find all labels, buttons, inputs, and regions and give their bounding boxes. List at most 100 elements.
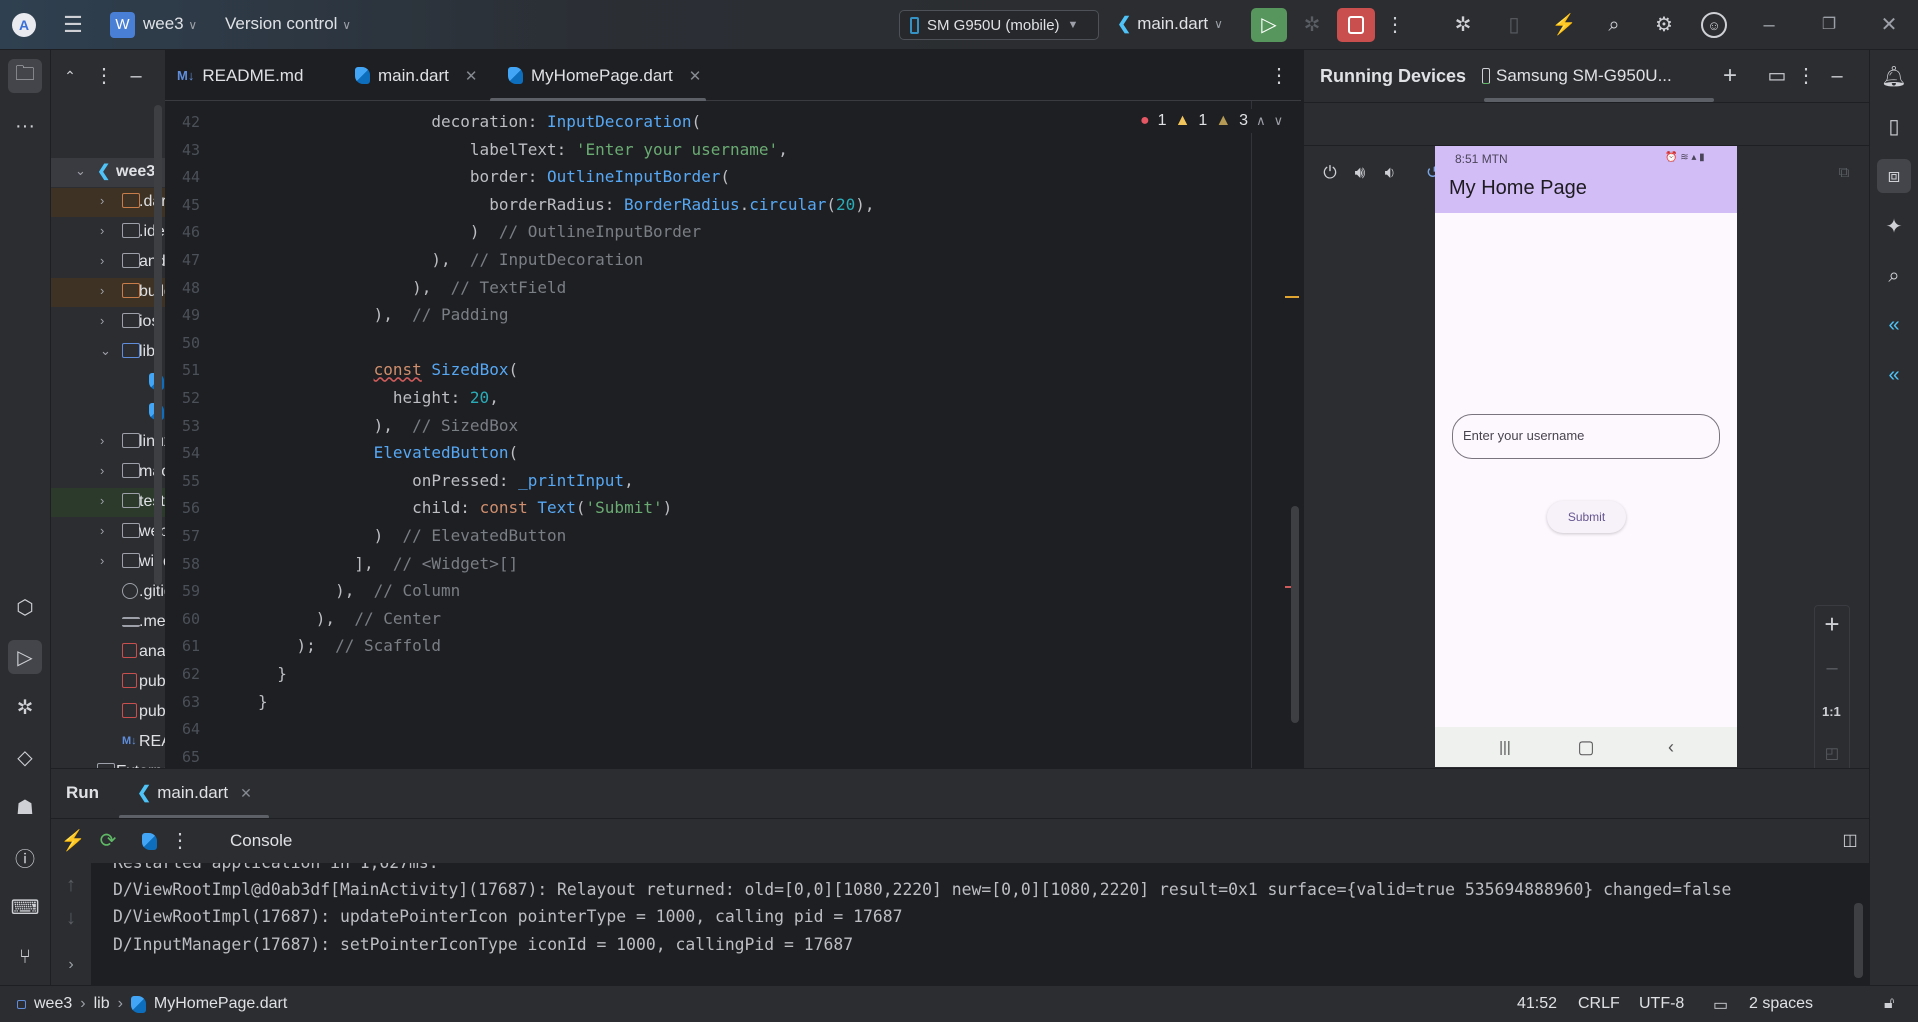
project-tool-icon[interactable]: 🗀 — [8, 59, 42, 93]
code-line[interactable]: child: const Text('Submit') — [258, 498, 672, 517]
code-line[interactable]: } — [258, 692, 268, 711]
console-output[interactable]: ↑ ↓ › Restarted application in 1,627ms. … — [51, 863, 1869, 986]
code-line[interactable]: ), // SizedBox — [258, 416, 519, 435]
code-line[interactable]: decoration: InputDecoration( — [258, 112, 701, 131]
device-tab[interactable]: Samsung SM-G950U... — [1482, 66, 1672, 86]
previous-problem-icon[interactable]: ∧ — [1256, 113, 1266, 129]
debug-tool-icon[interactable]: ✲ — [8, 690, 42, 724]
tree-item[interactable]: ›web — [51, 518, 165, 547]
back-icon[interactable]: ‹ — [1659, 735, 1683, 759]
notifications-icon[interactable]: 🔔︎ — [1877, 59, 1911, 93]
chevron-down-icon[interactable]: ⌄ — [100, 343, 111, 359]
breadcrumb-item[interactable]: lib — [94, 995, 110, 1013]
tree-item[interactable] — [51, 368, 165, 397]
minimize-panel-icon[interactable]: – — [1826, 64, 1848, 88]
hot-restart-icon[interactable]: ⟳ — [98, 829, 118, 853]
chevron-right-icon[interactable]: › — [100, 223, 104, 238]
account-icon[interactable]: ☺ — [1701, 12, 1727, 38]
terminal-icon[interactable]: ⌨ — [8, 890, 42, 924]
zoom-out-icon[interactable]: – — [1820, 656, 1844, 680]
tree-item[interactable]: ›linux — [51, 428, 165, 457]
debug-button[interactable]: ✲ — [1300, 13, 1324, 37]
run-tab-main-dart[interactable]: ❮ main.dart ✕ — [137, 783, 252, 803]
tree-item[interactable]: .gitignore — [51, 578, 165, 607]
more-tools-icon[interactable]: ··· — [8, 109, 42, 143]
running-devices-icon[interactable]: ⧈ — [1877, 159, 1911, 193]
code-line[interactable]: borderRadius: BorderRadius.circular(20), — [258, 195, 874, 214]
readonly-toggle-icon[interactable]: ▭ — [1713, 995, 1728, 1015]
line-ending[interactable]: CRLF — [1578, 995, 1620, 1013]
run-config-selector[interactable]: ❮ main.dart ∨ — [1117, 14, 1223, 34]
flutter-inspector-icon[interactable]: ⬡ — [8, 590, 42, 624]
code-line[interactable]: ) // ElevatedButton — [258, 526, 567, 545]
stop-button[interactable] — [1337, 8, 1375, 42]
more-actions-icon[interactable]: ⋮ — [1385, 13, 1405, 37]
submit-button[interactable]: Submit — [1547, 501, 1626, 533]
file-encoding[interactable]: UTF-8 — [1639, 995, 1684, 1013]
scroll-down-icon[interactable]: ↓ — [61, 908, 81, 928]
volume-up-icon[interactable]: 🔊︎ — [1350, 162, 1370, 182]
chevron-right-icon[interactable]: › — [100, 493, 104, 508]
close-tab-icon[interactable]: ✕ — [240, 785, 252, 802]
git-icon[interactable]: ⑂ — [8, 940, 42, 974]
more-options-icon[interactable]: ⋮ — [170, 829, 190, 853]
tree-item[interactable]: › test — [51, 488, 165, 517]
tree-item[interactable] — [51, 398, 165, 427]
code-line[interactable]: const SizedBox( — [258, 360, 519, 379]
code-line[interactable]: ); // Scaffold — [258, 636, 442, 655]
chevron-right-icon[interactable]: › — [100, 433, 104, 448]
run-tool-icon[interactable]: ▷ — [8, 640, 42, 674]
code-line[interactable]: ElevatedButton( — [258, 443, 519, 462]
chevron-right-icon[interactable]: › — [100, 313, 104, 328]
chevron-right-icon[interactable]: › — [100, 253, 104, 268]
flutter-performance-icon[interactable]: « — [1877, 358, 1911, 392]
project-scrollbar[interactable] — [154, 105, 162, 585]
editor-scrollbar[interactable] — [1291, 506, 1299, 723]
device-mirror-icon[interactable]: ▯ — [1501, 13, 1527, 37]
tree-item[interactable]: ›windows — [51, 548, 165, 577]
tree-item[interactable]: ⌄ lib — [51, 338, 165, 367]
device-manager-icon[interactable]: ▯ — [1877, 109, 1911, 143]
console-prompt-icon[interactable]: › — [61, 955, 81, 975]
zoom-in-icon[interactable]: + — [1820, 611, 1844, 637]
warning-marker[interactable] — [1285, 296, 1299, 298]
code-line[interactable]: ), // Column — [258, 581, 460, 600]
tab-readme[interactable]: M↓ README.md — [177, 50, 303, 101]
volume-down-icon[interactable]: 🔉︎ — [1380, 162, 1400, 182]
layout-icon[interactable]: ▭ — [1766, 64, 1788, 88]
device-screen[interactable]: 8:51 MTN ⏰ ≋ ▴ ▮ My Home Page Enter your… — [1435, 146, 1737, 767]
dart-devtools-icon[interactable] — [139, 829, 159, 853]
code-line[interactable]: onPressed: _printInput, — [258, 471, 634, 490]
code-line[interactable]: ], // <Widget>[] — [258, 554, 518, 573]
code-line[interactable]: height: 20, — [258, 388, 499, 407]
minimize-icon[interactable]: – — [1757, 13, 1781, 37]
cursor-position[interactable]: 41:52 — [1517, 995, 1557, 1013]
code-line[interactable]: labelText: 'Enter your username', — [258, 140, 788, 159]
hot-reload-icon[interactable]: ⚡ — [61, 829, 86, 853]
tree-item[interactable]: .metadata — [51, 608, 165, 637]
tab-main-dart[interactable]: main.dart ✕ — [355, 50, 477, 101]
project-selector[interactable]: wee3 ∨ — [143, 14, 197, 34]
add-device-icon[interactable]: + — [1718, 64, 1742, 88]
chevron-down-icon[interactable]: ⌄ — [75, 163, 86, 179]
chevron-right-icon[interactable]: › — [100, 283, 104, 298]
problems-icon[interactable]: ⓘ — [8, 840, 42, 874]
search-icon[interactable]: ⌕ — [1601, 13, 1627, 37]
tab-options-icon[interactable]: ⋮ — [1269, 64, 1289, 88]
username-input[interactable]: Enter your username — [1452, 414, 1720, 459]
inspect-icon[interactable]: ⧉ — [1834, 162, 1854, 182]
tree-item[interactable]: analysis_options.yaml — [51, 638, 165, 667]
close-tab-icon[interactable]: ✕ — [689, 67, 702, 85]
code-line[interactable]: ), // TextField — [258, 278, 566, 297]
next-problem-icon[interactable]: ∨ — [1274, 113, 1284, 129]
gem-icon[interactable]: ◇ — [8, 740, 42, 774]
indent-setting[interactable]: 2 spaces — [1749, 995, 1813, 1013]
tree-item[interactable]: ›.dart_tool — [51, 188, 165, 217]
version-control-menu[interactable]: Version control ∨ — [225, 14, 351, 34]
layout-toggle-icon[interactable]: ◫ — [1840, 830, 1860, 852]
attach-debugger-icon[interactable]: ✲ — [1450, 13, 1476, 37]
inspection-widget[interactable]: ● 1 ▲ 1 ▲ 3 ∧ ∨ — [1140, 109, 1284, 133]
chevron-right-icon[interactable]: › — [100, 193, 104, 208]
main-menu-icon[interactable]: ☰ — [60, 13, 86, 37]
chevron-right-icon[interactable]: › — [100, 523, 104, 538]
